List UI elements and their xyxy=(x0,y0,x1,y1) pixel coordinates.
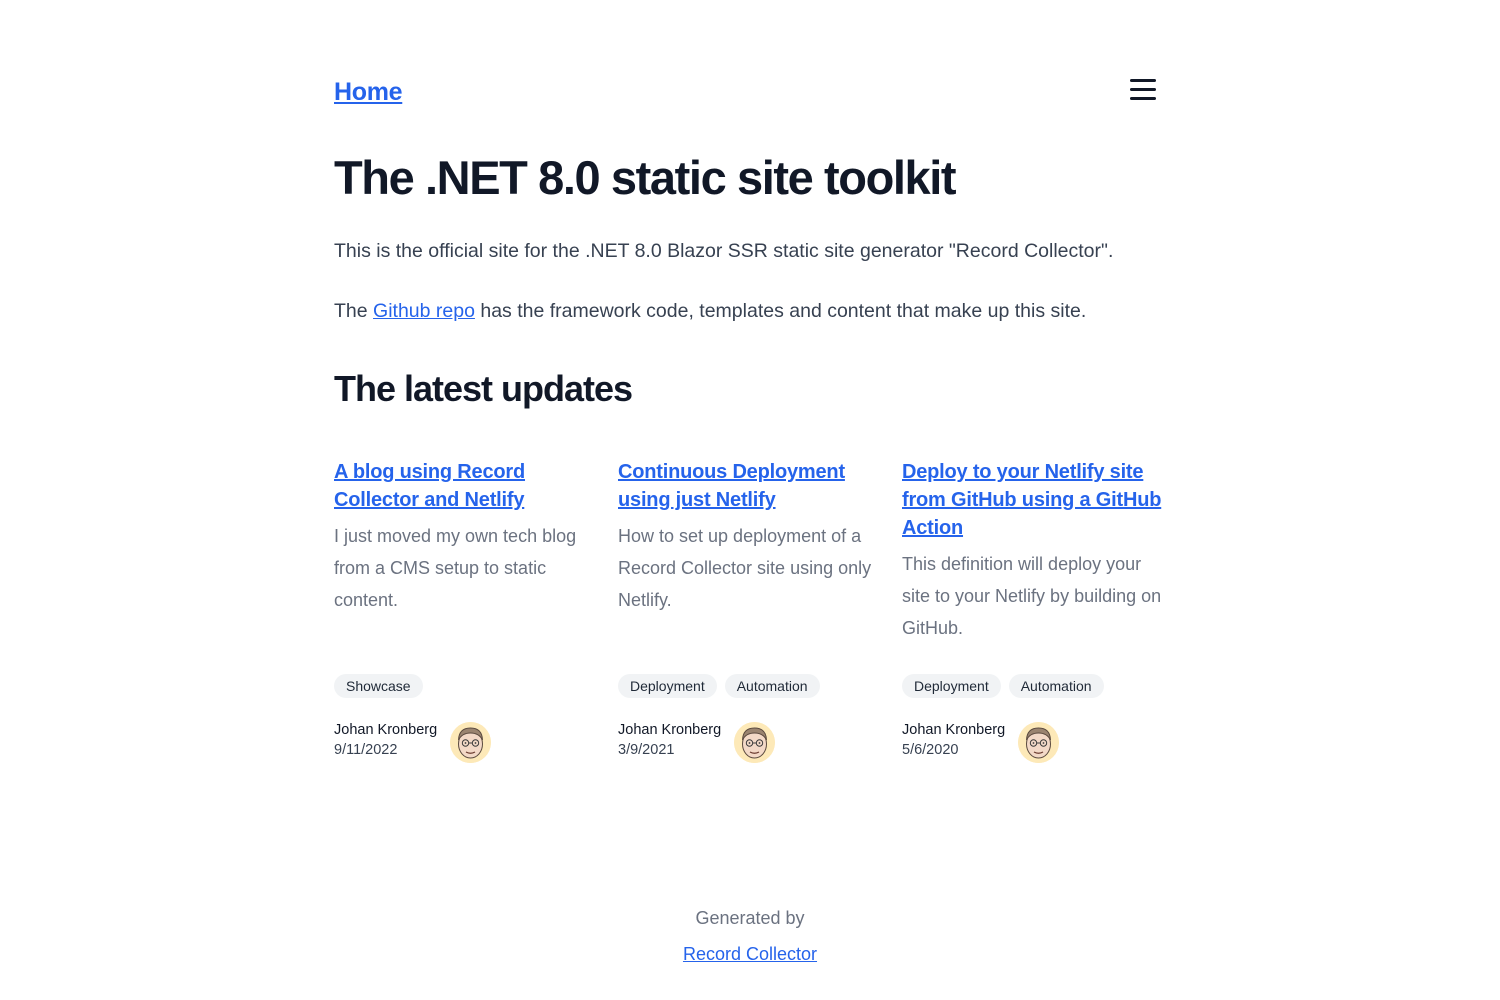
post-author: Johan Kronberg 9/11/2022 xyxy=(334,722,534,764)
post-tags: Deployment Automation xyxy=(902,674,1104,698)
tag-automation[interactable]: Automation xyxy=(1008,674,1104,698)
latest-updates-heading: The latest updates xyxy=(334,368,633,409)
post-tags: Showcase xyxy=(334,674,423,698)
tag-automation[interactable]: Automation xyxy=(724,674,820,698)
post-title-link[interactable]: Deploy to your Netlify site from GitHub … xyxy=(902,458,1168,542)
post-title-link[interactable]: A blog using Record Collector and Netlif… xyxy=(334,458,600,514)
post-description: This definition will deploy your site to… xyxy=(902,554,1162,638)
github-repo-link[interactable]: Github repo xyxy=(373,300,475,322)
intro-paragraph: This is the official site for the .NET 8… xyxy=(334,240,1114,262)
author-name: Johan Kronberg xyxy=(902,722,1006,738)
tag-deployment[interactable]: Deployment xyxy=(618,674,717,698)
home-link[interactable]: Home xyxy=(334,78,403,107)
top-nav: Home xyxy=(334,76,1166,112)
post-date: 9/11/2022 xyxy=(334,742,398,758)
avatar xyxy=(734,722,775,763)
post-description: How to set up deployment of a Record Col… xyxy=(618,526,872,610)
tag-deployment[interactable]: Deployment xyxy=(902,674,1001,698)
repo-text-after: has the framework code, templates and co… xyxy=(474,300,1087,322)
footer: Record Collector xyxy=(0,944,1500,965)
footer-record-collector-link[interactable]: Record Collector xyxy=(683,944,817,964)
tag-showcase[interactable]: Showcase xyxy=(334,674,423,698)
avatar xyxy=(450,722,491,763)
page-title: The .NET 8.0 static site toolkit xyxy=(334,151,957,204)
author-name: Johan Kronberg xyxy=(334,722,438,738)
post-author: Johan Kronberg 3/9/2021 xyxy=(618,722,818,764)
hamburger-menu-icon[interactable] xyxy=(1128,76,1158,104)
repo-paragraph: The Github repo has the framework code, … xyxy=(334,300,1086,323)
author-name: Johan Kronberg xyxy=(618,722,722,738)
post-author: Johan Kronberg 5/6/2020 xyxy=(902,722,1102,764)
post-tags: Deployment Automation xyxy=(618,674,820,698)
footer-generated-by: Generated by xyxy=(695,908,805,928)
post-date: 3/9/2021 xyxy=(618,742,675,758)
post-date: 5/6/2020 xyxy=(902,742,959,758)
post-card: Continuous Deployment using just Netlify… xyxy=(618,458,884,763)
post-card: A blog using Record Collector and Netlif… xyxy=(334,458,600,763)
avatar xyxy=(1018,722,1059,763)
post-description: I just moved my own tech blog from a CMS… xyxy=(334,526,577,610)
post-card: Deploy to your Netlify site from GitHub … xyxy=(902,458,1168,763)
post-title-link[interactable]: Continuous Deployment using just Netlify xyxy=(618,458,884,514)
repo-text-before: The xyxy=(334,300,374,322)
